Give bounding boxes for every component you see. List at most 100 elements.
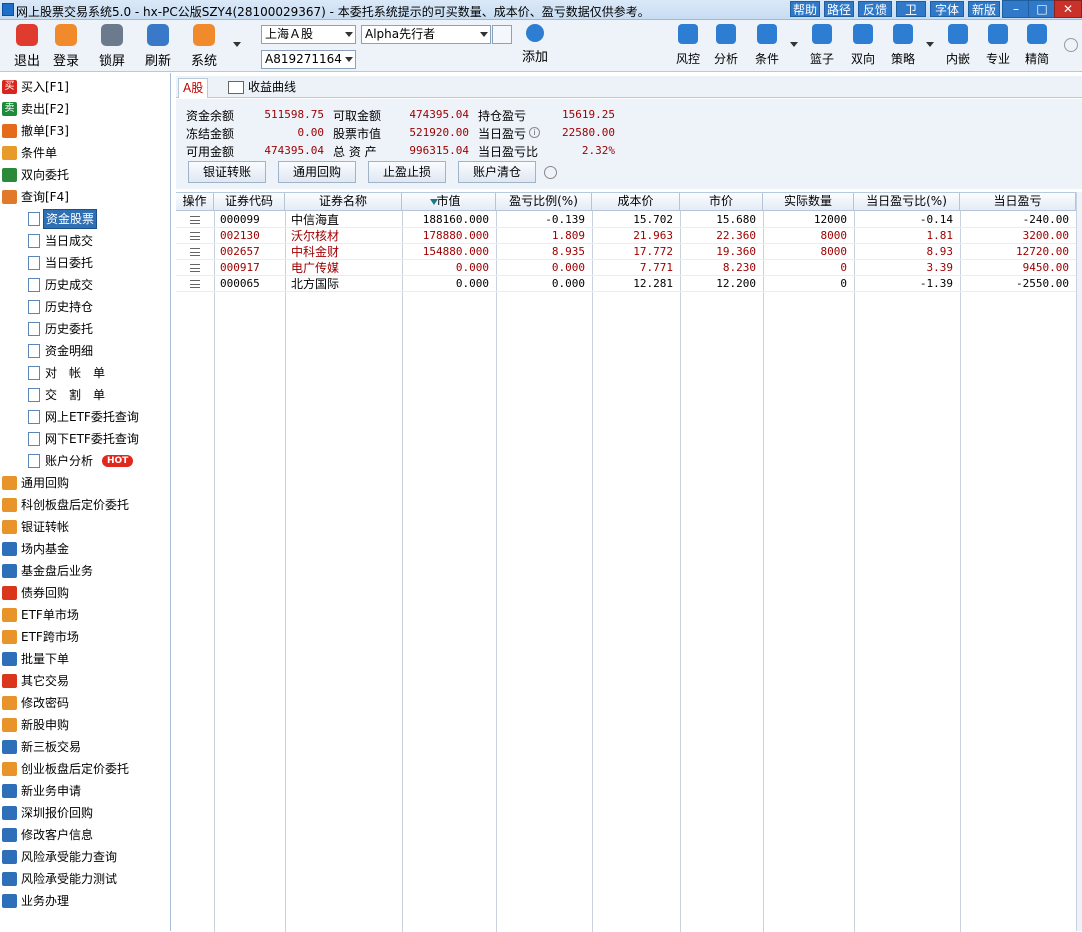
path-button[interactable]: 路径	[824, 1, 854, 17]
table-row[interactable]: 000917 电广传媒 0.000 0.000 7.771 8.230 0 3.39 9450.…	[176, 260, 1076, 276]
strategy-book-icon[interactable]	[492, 25, 512, 44]
row-menu-icon[interactable]	[190, 248, 200, 256]
strategy-select[interactable]: Alpha先行者	[361, 25, 491, 44]
sidebar-item-business[interactable]: 业务办理	[0, 890, 171, 912]
sidebar-item-sell[interactable]: 卖卖出[F2]	[0, 98, 171, 120]
tool-user-button[interactable]: 登录	[45, 24, 87, 70]
tool-pro-button[interactable]: 专业	[980, 24, 1016, 70]
maximize-button[interactable]: □	[1028, 0, 1056, 18]
column-header[interactable]: 证券代码	[214, 193, 285, 211]
tool-tools-button[interactable]: 系统	[183, 24, 225, 70]
account-select[interactable]: A819271164	[261, 50, 356, 69]
query-item[interactable]: 历史成交	[0, 274, 171, 296]
column-header[interactable]: 市值	[402, 193, 496, 211]
table-row[interactable]: 002130 沃尔核材 178880.000 1.809 21.963 22.360 800…	[176, 228, 1076, 244]
query-item[interactable]: 资金股票	[0, 208, 171, 230]
tool-lock-button[interactable]: 锁屏	[91, 24, 133, 70]
query-item[interactable]: 历史持仓	[0, 296, 171, 318]
sidebar-item-new-business[interactable]: 新业务申请	[0, 780, 171, 802]
table-row[interactable]: 002657 中科金财 154880.000 8.935 17.772 19.360 800…	[176, 244, 1076, 260]
settings-circle-icon[interactable]	[1064, 38, 1078, 52]
bank-transfer-button[interactable]: 银证转账	[188, 161, 266, 183]
column-header[interactable]: 当日盈亏比(%)	[854, 193, 960, 211]
stop-profit-loss-button[interactable]: 止盈止损	[368, 161, 446, 183]
tool-basket-button[interactable]: 篮子	[804, 24, 840, 70]
row-menu-icon[interactable]	[190, 280, 200, 288]
help-button[interactable]: 帮助	[790, 1, 820, 17]
query-item[interactable]: 对 帐 单	[0, 362, 171, 384]
column-header[interactable]: 操作	[176, 193, 214, 211]
sidebar-item-bank-transfer[interactable]: 银证转帐	[0, 516, 171, 538]
sidebar-item-batch-order[interactable]: 批量下单	[0, 648, 171, 670]
sidebar-item-bond-repo[interactable]: 债券回购	[0, 582, 171, 604]
column-header[interactable]: 当日盈亏	[960, 193, 1076, 211]
sidebar-item-etf-cross[interactable]: ETF跨市场	[0, 626, 171, 648]
action-settings-icon[interactable]	[544, 166, 557, 179]
tool-refresh-button[interactable]: 刷新	[137, 24, 179, 70]
sidebar-item-key[interactable]: 修改密码	[0, 692, 171, 714]
tool-embed-button[interactable]: 内嵌	[940, 24, 976, 70]
query-item[interactable]: 当日委托	[0, 252, 171, 274]
table-cell: 3200.00	[1022, 229, 1069, 242]
pin-button[interactable]: 卫	[896, 1, 926, 17]
tab-profit-curve[interactable]: 收益曲线	[226, 78, 300, 98]
column-header[interactable]: 证券名称	[285, 193, 402, 211]
column-header[interactable]: 实际数量	[763, 193, 854, 211]
sidebar-item-sz-repo[interactable]: 深圳报价回购	[0, 802, 171, 824]
sidebar-item-edit-client[interactable]: 修改客户信息	[0, 824, 171, 846]
sidebar-item-risk-test[interactable]: 风险承受能力测试	[0, 868, 171, 890]
table-row[interactable]: 000065 北方国际 0.000 0.000 12.281 12.200 0 -1.39 -2…	[176, 276, 1076, 292]
clear-positions-button[interactable]: 账户清仓	[458, 161, 536, 183]
sidebar-item-gem-after[interactable]: 创业板盘后定价委托	[0, 758, 171, 780]
column-header[interactable]: 成本价	[592, 193, 680, 211]
tool-simple-button[interactable]: 精简	[1019, 24, 1055, 70]
query-item[interactable]: 历史委托	[0, 318, 171, 340]
font-button[interactable]: 字体	[930, 1, 964, 17]
feedback-button[interactable]: 反馈	[858, 1, 892, 17]
sidebar-item-cancel-order[interactable]: 撤单[F3]	[0, 120, 171, 142]
chevron-down-icon[interactable]	[926, 42, 934, 47]
sidebar-item-other-trade[interactable]: 其它交易	[0, 670, 171, 692]
tool-bidirection-button[interactable]: 双向	[845, 24, 881, 70]
sidebar-item-star-market[interactable]: 科创板盘后定价委托	[0, 494, 171, 516]
tool-power-button[interactable]: 退出	[6, 24, 48, 70]
sidebar-item-risk-query[interactable]: 风险承受能力查询	[0, 846, 171, 868]
tab-a-shares[interactable]: A股	[178, 78, 209, 98]
sidebar-item-repo[interactable]: 通用回购	[0, 472, 171, 494]
tool-analysis-button[interactable]: 分析	[708, 24, 744, 70]
sidebar-item-etf-single[interactable]: ETF单市场	[0, 604, 171, 626]
sidebar-item-bidirection-order[interactable]: 双向委托	[0, 164, 171, 186]
tool-condition-button[interactable]: 条件	[749, 24, 785, 70]
row-menu-icon[interactable]	[190, 216, 200, 224]
add-button[interactable]: 添加	[514, 24, 556, 70]
query-item[interactable]: 当日成交	[0, 230, 171, 252]
sidebar-item-ipo[interactable]: 新股申购	[0, 714, 171, 736]
market-select[interactable]: 上海Ａ股	[261, 25, 356, 44]
row-menu-icon[interactable]	[190, 264, 200, 272]
sidebar-item-fund[interactable]: 场内基金	[0, 538, 171, 560]
vertical-scrollbar[interactable]	[1076, 192, 1082, 931]
tool-shield-button[interactable]: 风控	[670, 24, 706, 70]
query-item[interactable]: 账户分析 HOT	[0, 450, 171, 472]
table-row[interactable]: 000099 中信海直 188160.000 -0.139 15.702 15.680 12…	[176, 212, 1076, 228]
column-header[interactable]: 盈亏比例(%)	[496, 193, 592, 211]
query-item[interactable]: 网下ETF委托查询	[0, 428, 171, 450]
column-header[interactable]: 市价	[680, 193, 763, 211]
row-menu-icon[interactable]	[190, 232, 200, 240]
query-item[interactable]: 网上ETF委托查询	[0, 406, 171, 428]
sidebar-item-buy[interactable]: 买买入[F1]	[0, 76, 171, 98]
sidebar-item-query[interactable]: 查询[F4]	[0, 186, 171, 208]
query-item[interactable]: 资金明细	[0, 340, 171, 362]
new-version-button[interactable]: 新版	[968, 1, 1000, 17]
minimize-button[interactable]: –	[1002, 0, 1030, 18]
close-button[interactable]: ✕	[1054, 0, 1082, 18]
query-item[interactable]: 交 割 单	[0, 384, 171, 406]
sidebar-item-condition-order[interactable]: 条件单	[0, 142, 171, 164]
chevron-down-icon[interactable]	[790, 42, 798, 47]
sidebar-item-fund-after[interactable]: 基金盘后业务	[0, 560, 171, 582]
sidebar-item-neeq[interactable]: 新三板交易	[0, 736, 171, 758]
more-tools-chevron-icon[interactable]	[233, 42, 241, 47]
tool-strategy-button[interactable]: 策略	[885, 24, 921, 70]
main-panel: A股 收益曲线 资金余额 511598.75 可取金额 474395.04 持仓…	[176, 76, 1082, 932]
general-repo-button[interactable]: 通用回购	[278, 161, 356, 183]
